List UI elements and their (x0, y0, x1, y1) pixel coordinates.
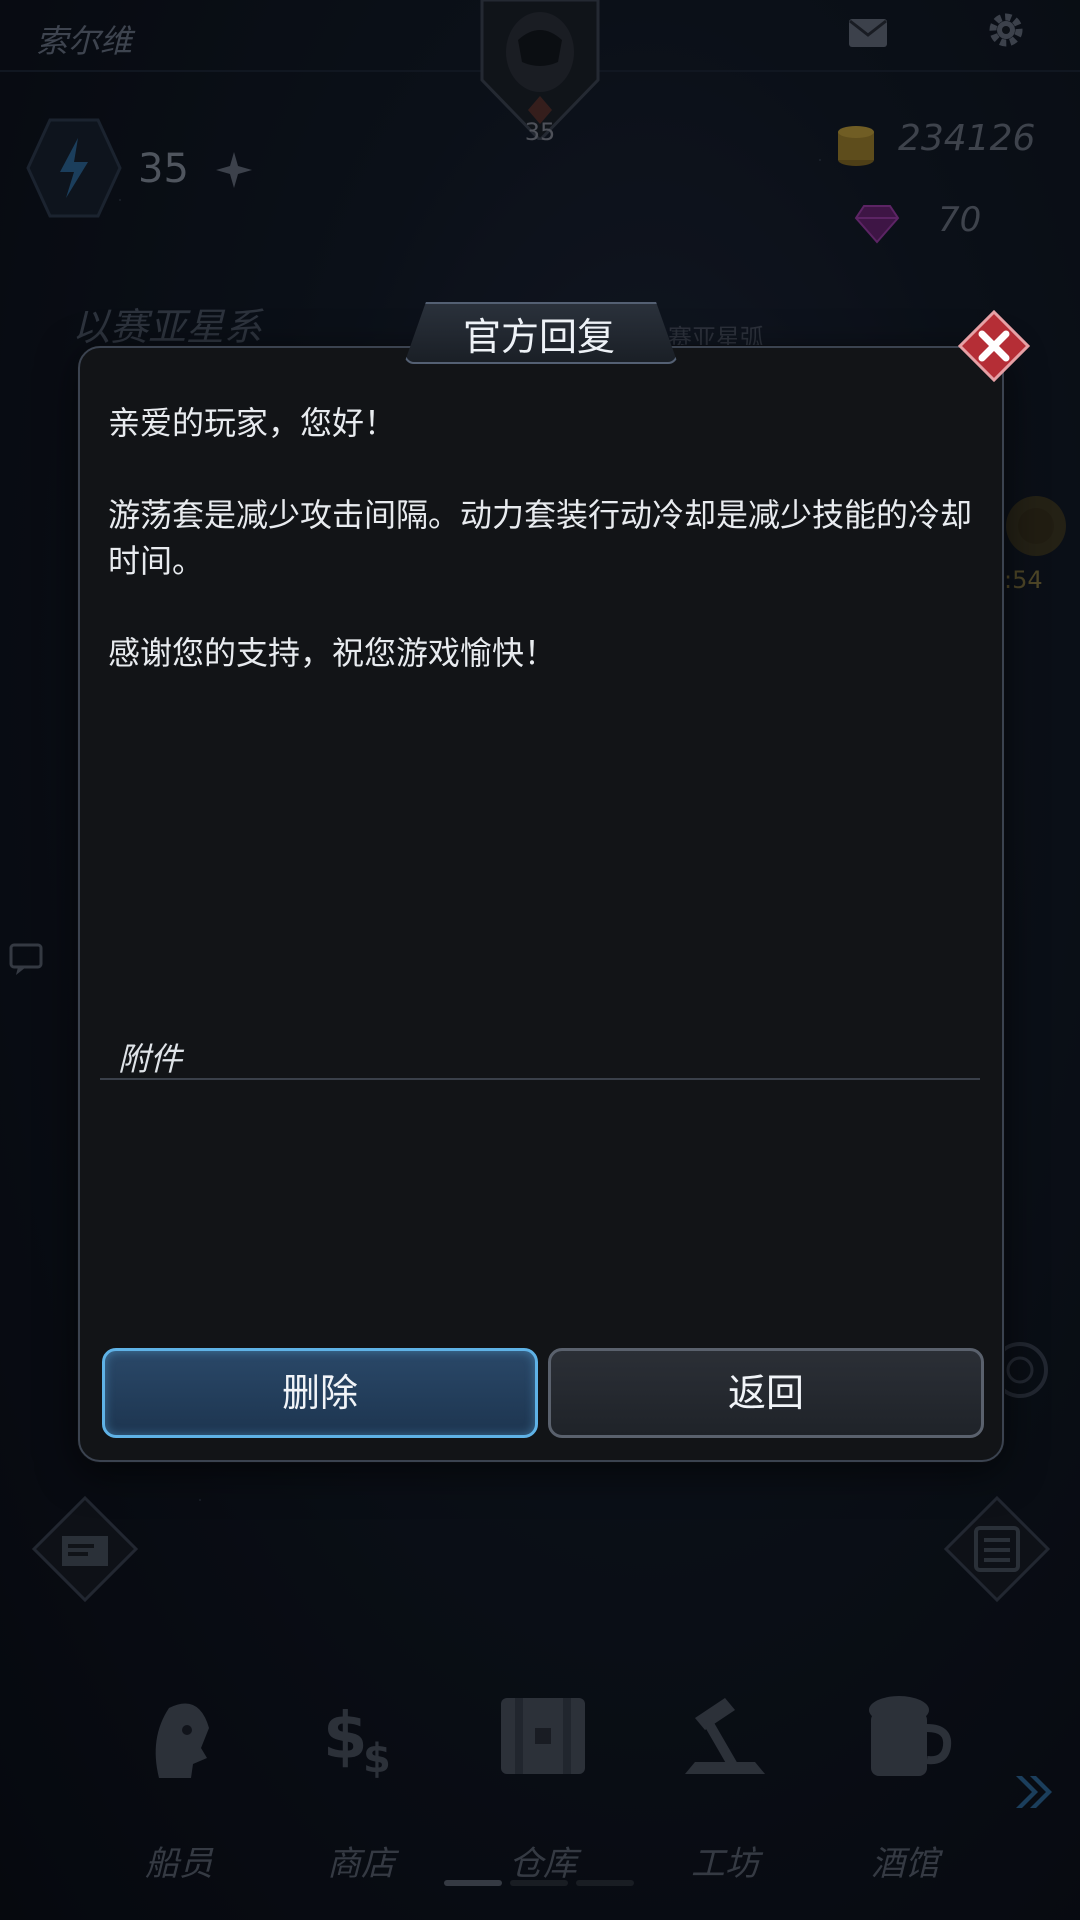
back-button[interactable]: 返回 (548, 1348, 984, 1438)
delete-button[interactable]: 删除 (102, 1348, 538, 1438)
message-body: 亲爱的玩家，您好！ 游荡套是减少攻击间隔。动力套装行动冷却是减少技能的冷却时间。… (108, 400, 988, 722)
close-icon[interactable] (958, 310, 1030, 382)
attachment-label: 附件 (118, 1040, 183, 1078)
message-closing: 感谢您的支持，祝您游戏愉快！ (108, 634, 557, 672)
message-content: 游荡套是减少攻击间隔。动力套装行动冷却是减少技能的冷却时间。 (108, 496, 973, 580)
message-greeting: 亲爱的玩家，您好！ (108, 404, 397, 442)
dialog-title: 官方回复 (462, 315, 615, 359)
attachment-divider (100, 1078, 980, 1080)
